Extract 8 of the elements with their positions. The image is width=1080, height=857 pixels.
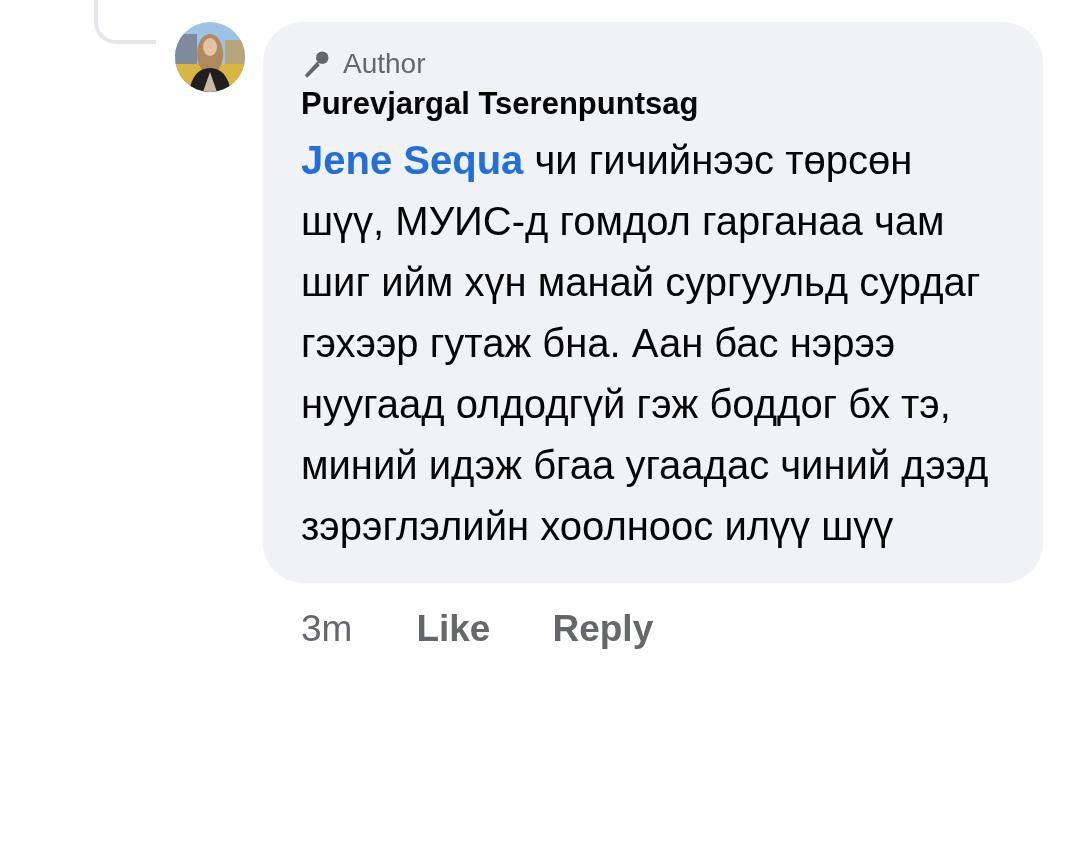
thread-connector xyxy=(94,0,156,44)
author-label: Author xyxy=(343,48,426,80)
author-name[interactable]: Purevjargal Tserenpuntsag xyxy=(301,86,1013,122)
timestamp: 3m xyxy=(301,608,353,650)
like-button[interactable]: Like xyxy=(416,608,491,650)
reply-button[interactable]: Reply xyxy=(552,608,654,650)
comment-text: Jene Sequa чи гичийнээс төрсөн шүү, МУИС-д гомдол гарганаа чам шиг ийм хүн манай сургуульд сурдаг гэхээр гутаж бна. Аан бас нэрээ нуугаад олдодгүй гэж боддог бх тэ, миний идэж бгаа угаадас чиний дээд зэрэглэлийн хоолноос илүү шүү xyxy=(301,137,990,550)
mention-link[interactable]: Jene Sequa xyxy=(301,138,524,182)
